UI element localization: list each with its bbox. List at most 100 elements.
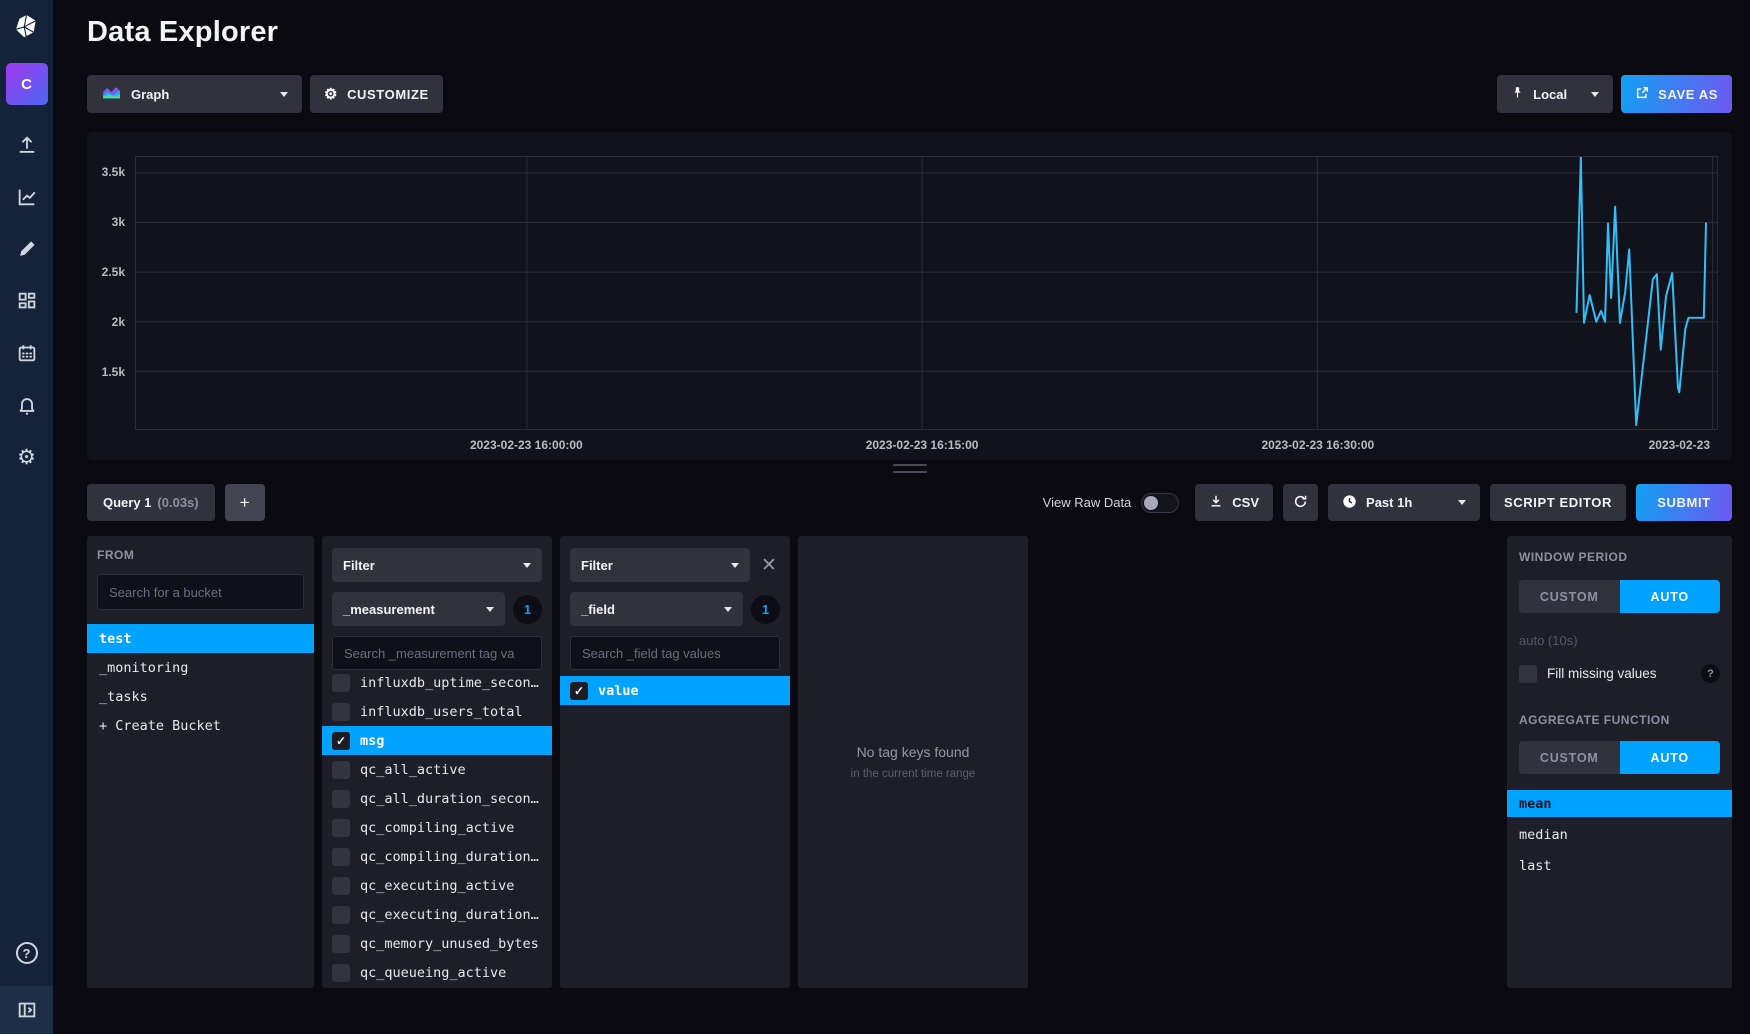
line-chart[interactable] bbox=[135, 156, 1718, 430]
dashboards-icon[interactable] bbox=[13, 287, 41, 315]
query-bar: Query 1 (0.03s) + View Raw Data CSV bbox=[87, 484, 1732, 521]
window-period-segmented: CUSTOM AUTO bbox=[1519, 580, 1720, 613]
chevron-down-icon bbox=[724, 607, 732, 612]
tag-value-row[interactable]: qc_all_duration_secon… bbox=[322, 784, 552, 813]
tag-value-row[interactable]: qc_executing_duration… bbox=[322, 900, 552, 929]
settings-gear-icon[interactable]: ⚙ bbox=[13, 443, 41, 471]
pin-icon bbox=[1511, 86, 1524, 102]
resize-handle[interactable] bbox=[893, 464, 927, 473]
bucket-list-item[interactable]: test bbox=[87, 624, 314, 653]
filter-type-dropdown[interactable]: Filter bbox=[570, 548, 750, 582]
view-raw-data-label: View Raw Data bbox=[1043, 495, 1132, 510]
function-list-item[interactable]: last bbox=[1507, 852, 1732, 879]
auto-tab[interactable]: AUTO bbox=[1620, 741, 1721, 774]
function-list-item[interactable]: mean bbox=[1507, 790, 1732, 817]
checkbox[interactable] bbox=[332, 761, 350, 779]
checkbox[interactable]: ✓ bbox=[332, 732, 350, 750]
upload-data-icon[interactable] bbox=[13, 131, 41, 159]
script-editor-button[interactable]: SCRIPT EDITOR bbox=[1490, 484, 1626, 521]
csv-label: CSV bbox=[1232, 495, 1259, 510]
tag-value-row[interactable]: influxdb_users_total bbox=[322, 697, 552, 726]
measurement-search-input[interactable] bbox=[332, 636, 542, 670]
alerts-bell-icon[interactable] bbox=[13, 391, 41, 419]
checkbox[interactable] bbox=[332, 848, 350, 866]
tag-value-row[interactable]: influxdb_uptime_secon… bbox=[322, 668, 552, 697]
fill-missing-checkbox[interactable] bbox=[1519, 665, 1537, 683]
tag-value-row[interactable]: qc_compiling_duration… bbox=[322, 842, 552, 871]
bucket-list-item[interactable]: + Create Bucket bbox=[87, 711, 314, 740]
expand-sidebar-section bbox=[0, 986, 53, 1034]
query-tab[interactable]: Query 1 (0.03s) bbox=[87, 484, 215, 521]
app-root: C ⚙ ? bbox=[0, 0, 1750, 1034]
field-search-input[interactable] bbox=[570, 636, 780, 670]
chart-panel: 3.5k3k2.5k2k1.5k 2023-02-23 16:00:002023… bbox=[87, 132, 1732, 460]
tag-value-row[interactable]: ✓ msg bbox=[322, 726, 552, 755]
checkbox[interactable] bbox=[332, 819, 350, 837]
export-icon bbox=[1635, 86, 1649, 103]
time-range-dropdown[interactable]: Past 1h bbox=[1328, 484, 1480, 521]
tag-key-label: _measurement bbox=[343, 602, 435, 617]
chevron-down-icon bbox=[523, 563, 531, 568]
submit-button[interactable]: SUBMIT bbox=[1636, 484, 1732, 521]
query-tab-name: Query 1 bbox=[103, 495, 151, 510]
tag-value-row[interactable]: ✓ value bbox=[560, 676, 790, 705]
help-icon[interactable]: ? bbox=[16, 942, 38, 964]
avatar-letter: C bbox=[21, 76, 32, 93]
checkbox[interactable] bbox=[332, 906, 350, 924]
tag-value-row[interactable]: qc_compiling_active bbox=[322, 813, 552, 842]
checkbox[interactable] bbox=[332, 674, 350, 692]
refresh-icon bbox=[1293, 494, 1308, 512]
aggregate-header: AGGREGATE FUNCTION bbox=[1519, 713, 1720, 727]
org-avatar[interactable]: C bbox=[6, 63, 48, 105]
checkbox[interactable] bbox=[332, 790, 350, 808]
clock-icon bbox=[1342, 494, 1357, 512]
from-header: FROM bbox=[97, 548, 304, 562]
chevron-down-icon bbox=[486, 607, 494, 612]
checkbox[interactable] bbox=[332, 935, 350, 953]
tag-value-row[interactable]: qc_memory_unused_bytes bbox=[322, 929, 552, 958]
add-query-button[interactable]: + bbox=[225, 484, 265, 521]
tag-value-row[interactable]: qc_all_active bbox=[322, 755, 552, 784]
csv-download-button[interactable]: CSV bbox=[1195, 484, 1273, 521]
chevron-down-icon bbox=[1591, 92, 1599, 97]
view-type-dropdown[interactable]: Graph bbox=[87, 75, 302, 113]
expand-sidebar-icon[interactable] bbox=[13, 996, 41, 1024]
bucket-search-input[interactable] bbox=[97, 574, 304, 610]
checkbox[interactable] bbox=[332, 703, 350, 721]
influxdb-logo-icon[interactable] bbox=[0, 0, 53, 53]
checkbox[interactable] bbox=[332, 964, 350, 982]
y-tick-label: 2.5k bbox=[102, 265, 125, 279]
filter-type-label: Filter bbox=[581, 558, 613, 573]
notebooks-icon[interactable] bbox=[13, 235, 41, 263]
customize-button[interactable]: ⚙ CUSTOMIZE bbox=[310, 75, 443, 113]
bucket-list-item[interactable]: _monitoring bbox=[87, 653, 314, 682]
close-icon[interactable]: ✕ bbox=[758, 554, 780, 577]
refresh-button[interactable] bbox=[1283, 484, 1318, 521]
checkbox[interactable]: ✓ bbox=[570, 682, 588, 700]
custom-tab[interactable]: CUSTOM bbox=[1519, 580, 1620, 613]
tasks-calendar-icon[interactable] bbox=[13, 339, 41, 367]
local-label: Local bbox=[1533, 87, 1567, 102]
tag-value-row[interactable]: qc_queueing_active bbox=[322, 958, 552, 987]
bucket-list-item[interactable]: _tasks bbox=[87, 682, 314, 711]
help-question-icon[interactable]: ? bbox=[1701, 664, 1720, 683]
main-content: Data Explorer Graph ⚙ CUSTOMIZE bbox=[53, 0, 1750, 1034]
save-as-button[interactable]: SAVE AS bbox=[1621, 75, 1732, 113]
checkbox[interactable] bbox=[332, 877, 350, 895]
function-list-item[interactable]: median bbox=[1507, 821, 1732, 848]
local-dropdown[interactable]: Local bbox=[1497, 75, 1613, 113]
tag-key-dropdown[interactable]: _field bbox=[570, 592, 743, 626]
filter-type-dropdown[interactable]: Filter bbox=[332, 548, 542, 582]
tag-value-row[interactable]: qc_executing_active bbox=[322, 871, 552, 900]
tag-key-dropdown[interactable]: _measurement bbox=[332, 592, 505, 626]
tag-key-label: _field bbox=[581, 602, 615, 617]
data-explorer-icon[interactable] bbox=[13, 183, 41, 211]
auto-tab[interactable]: AUTO bbox=[1620, 580, 1721, 613]
custom-tab[interactable]: CUSTOM bbox=[1519, 741, 1620, 774]
toolbar: Graph ⚙ CUSTOMIZE Local bbox=[87, 75, 1732, 113]
view-raw-data-toggle[interactable] bbox=[1141, 493, 1179, 513]
chevron-down-icon bbox=[1458, 500, 1466, 505]
customize-label: CUSTOMIZE bbox=[347, 87, 429, 102]
field-filter-panel: Filter ✕ _field 1 ✓ value bbox=[560, 536, 790, 988]
window-period-panel: WINDOW PERIOD CUSTOM AUTO auto (10s) Fil… bbox=[1507, 536, 1732, 988]
